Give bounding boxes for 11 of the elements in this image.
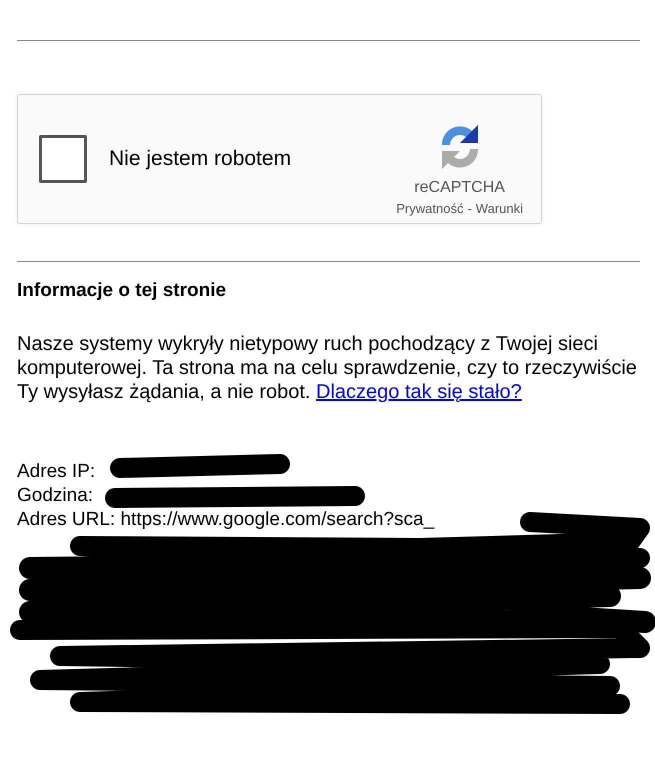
privacy-link[interactable]: Prywatność: [396, 200, 464, 216]
info-paragraph: Nasze systemy wykryły nietypowy ruch pochodzący z Twojej sieci komputerowej. Ta strona ma na celu sprawdzenie, czy to rzeczywiście Ty wysyłasz żądania, a nie robot. Dlaczego tak się stało?: [17, 332, 638, 404]
section-heading: Informacje o tej stronie: [17, 280, 228, 302]
detail-line: Adres IP:: [17, 460, 96, 484]
brand-name: reCAPTCHA: [414, 178, 505, 196]
detail-line: Godzina:: [17, 484, 94, 508]
terms-link[interactable]: Warunki: [476, 200, 523, 216]
checkbox-label: Nie jestem robotem: [109, 147, 292, 171]
separator: -: [467, 200, 472, 216]
why-link[interactable]: Dlaczego tak się stało?: [316, 381, 522, 403]
detail-line: Adres URL: https://www.google.com/search?sca_: [17, 508, 434, 532]
